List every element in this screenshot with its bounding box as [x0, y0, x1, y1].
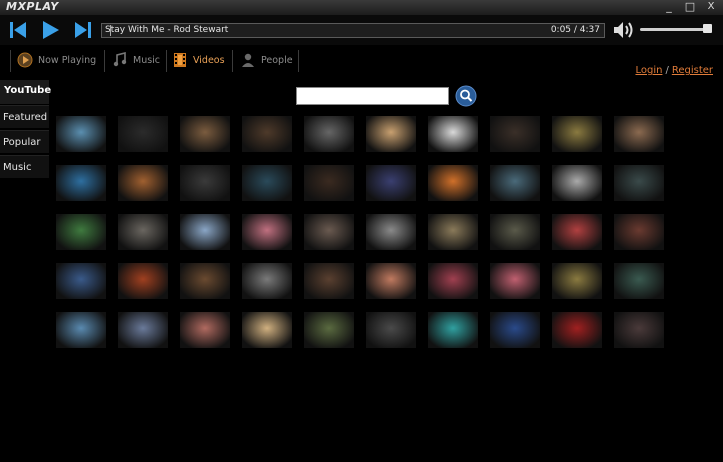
- track-progress-bar[interactable]: Stay With Me - Rod Stewart 0:05 / 4:37: [101, 23, 605, 38]
- video-thumbnail[interactable]: [180, 165, 230, 201]
- play-circle-icon: [17, 52, 33, 68]
- video-thumbnail[interactable]: [366, 116, 416, 152]
- tab-label: Music: [133, 54, 161, 66]
- auth-separator: /: [665, 65, 669, 76]
- video-thumbnail[interactable]: [56, 263, 106, 299]
- tab-now-playing[interactable]: Now Playing: [17, 48, 96, 72]
- video-thumbnail[interactable]: [552, 214, 602, 250]
- video-thumbnail[interactable]: [118, 214, 168, 250]
- video-thumbnail[interactable]: [490, 165, 540, 201]
- music-note-icon: [113, 52, 127, 67]
- search-input[interactable]: [296, 87, 449, 105]
- tab-label: People: [261, 54, 293, 66]
- video-thumbnail[interactable]: [56, 312, 106, 348]
- sidebar-item-featured[interactable]: Featured: [0, 105, 49, 128]
- next-track-icon[interactable]: [72, 19, 94, 41]
- nav-tabs: Now Playing Music Videos People: [0, 45, 723, 75]
- video-thumbnail[interactable]: [242, 263, 292, 299]
- tab-divider: [10, 50, 11, 72]
- video-thumbnail[interactable]: [304, 165, 354, 201]
- video-thumbnail[interactable]: [614, 214, 664, 250]
- video-thumbnail[interactable]: [428, 263, 478, 299]
- video-thumbnail[interactable]: [56, 214, 106, 250]
- video-thumbnail[interactable]: [366, 263, 416, 299]
- video-thumbnail[interactable]: [428, 214, 478, 250]
- tab-divider: [298, 50, 299, 72]
- minimize-button[interactable]: _: [662, 0, 676, 14]
- sidebar-item-popular[interactable]: Popular: [0, 130, 49, 153]
- video-thumbnail[interactable]: [304, 116, 354, 152]
- video-thumbnail[interactable]: [552, 312, 602, 348]
- video-thumbnail[interactable]: [552, 165, 602, 201]
- tab-label: Videos: [193, 54, 225, 66]
- video-thumbnail[interactable]: [180, 116, 230, 152]
- app-logo: MXPLAY: [6, 0, 59, 13]
- maximize-button[interactable]: □: [683, 0, 697, 14]
- video-thumbnail[interactable]: [180, 214, 230, 250]
- volume-icon[interactable]: [612, 20, 636, 40]
- auth-links: Login / Register: [635, 65, 713, 76]
- tab-videos[interactable]: Videos: [172, 48, 225, 72]
- film-icon: [174, 53, 186, 67]
- tab-divider: [166, 50, 167, 72]
- video-thumbnail[interactable]: [56, 116, 106, 152]
- video-thumbnail[interactable]: [428, 312, 478, 348]
- person-icon: [242, 53, 254, 67]
- video-thumbnail[interactable]: [242, 312, 292, 348]
- previous-track-icon[interactable]: [7, 19, 29, 41]
- video-thumbnail[interactable]: [490, 263, 540, 299]
- video-thumbnail[interactable]: [118, 312, 168, 348]
- login-link[interactable]: Login: [635, 65, 662, 76]
- track-time: 0:05 / 4:37: [550, 25, 600, 35]
- tab-people[interactable]: People: [240, 48, 293, 72]
- tab-label: Now Playing: [38, 54, 97, 66]
- video-thumbnail[interactable]: [490, 116, 540, 152]
- track-title: Stay With Me - Rod Stewart: [105, 25, 229, 35]
- video-thumbnail[interactable]: [428, 116, 478, 152]
- video-thumbnail[interactable]: [490, 312, 540, 348]
- sidebar-item-music[interactable]: Music: [0, 155, 49, 178]
- video-thumbnail[interactable]: [614, 263, 664, 299]
- video-thumbnail[interactable]: [56, 165, 106, 201]
- video-thumbnail[interactable]: [552, 116, 602, 152]
- video-thumbnail[interactable]: [366, 214, 416, 250]
- register-link[interactable]: Register: [672, 65, 713, 76]
- video-thumbnail[interactable]: [552, 263, 602, 299]
- volume-slider[interactable]: [640, 28, 707, 31]
- video-thumbnail[interactable]: [304, 263, 354, 299]
- title-bar: MXPLAY _ □ X: [0, 0, 723, 16]
- playback-position-marker[interactable]: [110, 25, 111, 36]
- video-thumbnail[interactable]: [428, 165, 478, 201]
- video-thumbnail[interactable]: [242, 165, 292, 201]
- tab-divider: [232, 50, 233, 72]
- video-thumbnail[interactable]: [614, 312, 664, 348]
- youtube-logo[interactable]: YouTube: [0, 80, 52, 104]
- youtube-logo-text: YouTube: [4, 85, 52, 96]
- tab-music[interactable]: Music: [112, 48, 160, 72]
- video-thumbnail[interactable]: [366, 165, 416, 201]
- video-thumbnail[interactable]: [118, 263, 168, 299]
- video-thumbnail[interactable]: [242, 214, 292, 250]
- video-thumbnail[interactable]: [242, 116, 292, 152]
- video-thumbnail[interactable]: [180, 312, 230, 348]
- play-icon[interactable]: [39, 19, 61, 41]
- video-thumbnail[interactable]: [180, 263, 230, 299]
- video-thumbnail[interactable]: [614, 165, 664, 201]
- tab-divider: [104, 50, 105, 72]
- search-button[interactable]: [455, 85, 477, 107]
- video-thumbnail[interactable]: [304, 214, 354, 250]
- video-thumbnail[interactable]: [118, 116, 168, 152]
- video-thumbnail[interactable]: [490, 214, 540, 250]
- volume-slider-thumb[interactable]: [703, 24, 712, 33]
- video-thumbnail[interactable]: [118, 165, 168, 201]
- close-button[interactable]: X: [704, 0, 718, 14]
- video-thumbnail[interactable]: [366, 312, 416, 348]
- video-thumbnail[interactable]: [614, 116, 664, 152]
- video-thumbnail[interactable]: [304, 312, 354, 348]
